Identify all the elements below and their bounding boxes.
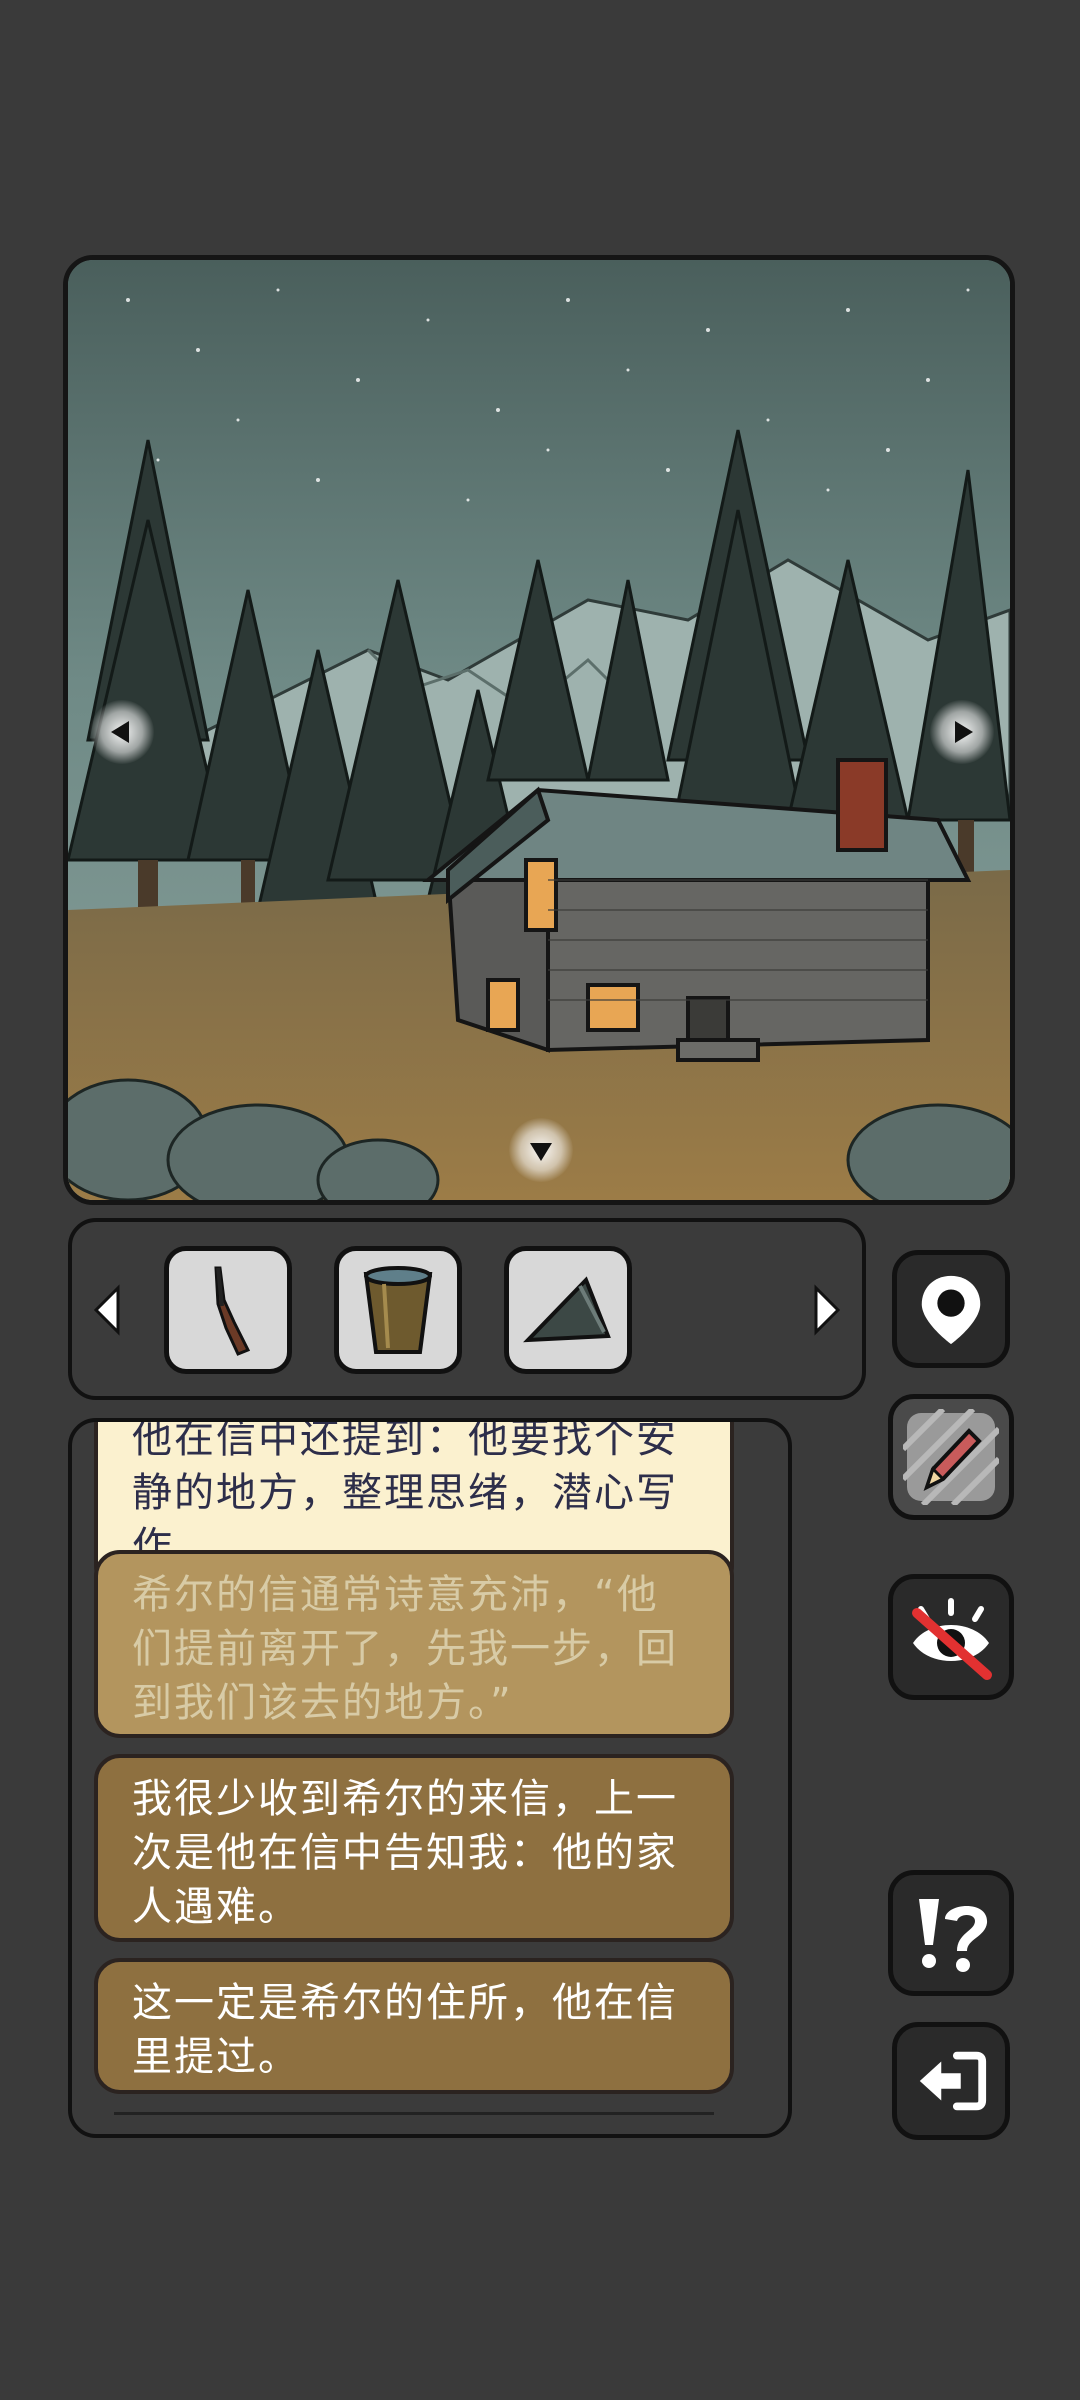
triangle-down-icon bbox=[530, 1143, 552, 1161]
cabin-scene-illustration bbox=[68, 260, 1010, 1200]
hint-button[interactable] bbox=[888, 1870, 1014, 1996]
message-log[interactable]: 他在信中还提到：他要找个安静的地方，整理思绪，潜心写作。 希尔的信通常诗意充沛，… bbox=[68, 1418, 792, 2138]
inventory-slot-stone-wedge[interactable] bbox=[504, 1246, 632, 1374]
log-divider bbox=[114, 2112, 714, 2115]
hide-button[interactable] bbox=[888, 1574, 1014, 1700]
inventory-slot-bucket[interactable] bbox=[334, 1246, 462, 1374]
chevron-right-icon[interactable] bbox=[806, 1280, 846, 1340]
log-message: 希尔的信通常诗意充沛，“他们提前离开了，先我一步，回到我们该去的地方。” bbox=[94, 1550, 734, 1738]
map-button[interactable] bbox=[892, 1250, 1010, 1368]
exit-button[interactable] bbox=[892, 2022, 1010, 2140]
log-message: 这一定是希尔的住所，他在信里提过。 bbox=[94, 1958, 734, 2094]
inventory-slot-rifle[interactable] bbox=[164, 1246, 292, 1374]
exit-icon bbox=[919, 2051, 987, 2111]
log-message: 我很少收到希尔的来信，上一次是他在信中告知我：他的家人遇难。 bbox=[94, 1754, 734, 1942]
inventory-bar bbox=[68, 1218, 866, 1400]
eye-hidden-icon bbox=[912, 1598, 992, 1680]
scene-nav-right[interactable] bbox=[930, 700, 994, 764]
map-pin-icon bbox=[921, 1275, 981, 1345]
scene-view[interactable] bbox=[63, 255, 1015, 1205]
stone-wedge-icon bbox=[523, 1276, 611, 1343]
rifle-icon bbox=[214, 1266, 251, 1356]
pencil-icon bbox=[903, 1409, 999, 1505]
scene-nav-down[interactable] bbox=[509, 1118, 573, 1182]
triangle-left-icon bbox=[111, 721, 129, 743]
chevron-left-icon[interactable] bbox=[88, 1280, 128, 1340]
bucket-icon bbox=[363, 1266, 433, 1354]
triangle-right-icon bbox=[955, 721, 973, 743]
hint-icon bbox=[919, 1899, 988, 1972]
scene-nav-left[interactable] bbox=[90, 700, 154, 764]
notes-button[interactable] bbox=[888, 1394, 1014, 1520]
